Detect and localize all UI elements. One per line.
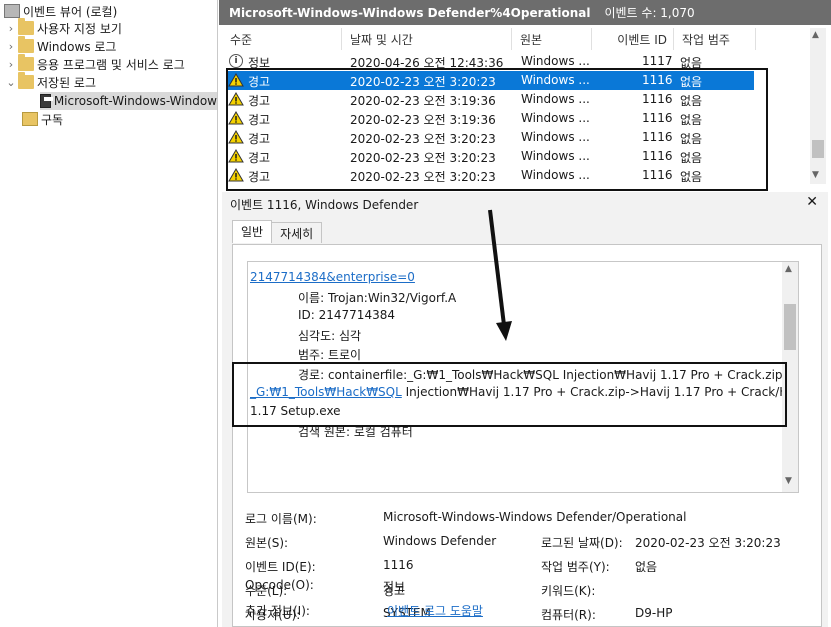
highlight-box-path [232, 362, 787, 427]
saved-log-icon [40, 94, 53, 108]
description-line: 심각도: 심각 [298, 329, 362, 343]
detail-title: 이벤트 1116, Windows Defender [230, 198, 419, 212]
description-link-line[interactable]: 2147714384&enterprise=0 [250, 270, 415, 284]
computer-label: 컴퓨터(R): [541, 608, 596, 622]
scroll-up-icon[interactable]: ▲ [785, 264, 792, 274]
chevron-right-icon[interactable]: › [4, 58, 18, 71]
subscriptions-icon [22, 112, 38, 126]
tree-item-saved-logs[interactable]: ⌄ 저장된 로그 [4, 72, 97, 91]
column-header-category[interactable]: 작업 범주 [674, 28, 756, 50]
source-value: Windows Defender [383, 534, 497, 548]
event-id-label: 이벤트 ID(E): [245, 560, 316, 574]
tree-item-label: 저장된 로그 [37, 75, 97, 90]
tree-item-label: Windows 로그 [37, 39, 117, 54]
tree-item-app-service-logs[interactable]: › 응용 프로그램 및 서비스 로그 [4, 54, 185, 73]
tab-details[interactable]: 자세히 [271, 222, 323, 243]
event-viewer-icon [4, 4, 20, 18]
folder-icon [18, 18, 34, 35]
description-line: 이름: Trojan:Win32/Vigorf.A [298, 291, 457, 305]
log-header: Microsoft-Windows-Windows Defender%4Oper… [219, 0, 831, 25]
annotation-arrow-icon [488, 209, 512, 341]
detail-tabs: 일반 자세히 [232, 220, 323, 243]
column-header-level[interactable]: 수준 [222, 28, 342, 50]
tree-item-label: 이벤트 뷰어 (로컬) [23, 4, 118, 19]
column-header-source[interactable]: 원본 [512, 28, 592, 50]
scroll-thumb[interactable] [812, 140, 824, 158]
chevron-right-icon[interactable]: › [4, 40, 18, 53]
highlight-box-events [226, 68, 768, 191]
description-line: 범주: 트로이 [298, 348, 362, 362]
opcode-label: Opcode(O): [245, 578, 314, 592]
tree-item-windows-logs[interactable]: › Windows 로그 [4, 36, 117, 55]
log-name-value: Microsoft-Windows-Windows Defender/Opera… [383, 510, 687, 524]
tree-item-label: Microsoft-Windows-Window [53, 94, 217, 108]
log-name-label: 로그 이름(M): [245, 512, 317, 526]
keywords-label: 키워드(K): [541, 584, 596, 598]
folder-icon [18, 72, 34, 89]
more-info-label: 추가 정보(I): [245, 604, 310, 618]
logged-value: 2020-02-23 오전 3:20:23 [635, 536, 781, 550]
description-line: ID: 2147714384 [298, 308, 395, 322]
scroll-down-icon[interactable]: ▼ [785, 476, 792, 486]
close-icon[interactable]: ✕ [806, 194, 818, 210]
task-category-label: 작업 범주(Y): [541, 560, 610, 574]
tree-item-defender-log[interactable]: Microsoft-Windows-Window [40, 92, 217, 110]
opcode-value: 정보 [383, 580, 406, 594]
event-id-value: 1116 [383, 558, 414, 572]
table-scrollbar[interactable]: ▲ ▼ [810, 28, 826, 184]
folder-icon [18, 36, 34, 53]
tree-item-label: 응용 프로그램 및 서비스 로그 [37, 57, 185, 72]
scroll-thumb[interactable] [784, 304, 796, 350]
tab-general-body: 2147714384&enterprise=0 이름: Trojan:Win32… [232, 244, 822, 627]
task-category-value: 없음 [635, 560, 658, 574]
logged-label: 로그된 날짜(D): [541, 536, 623, 550]
chevron-down-icon[interactable]: ⌄ [4, 76, 18, 89]
info-icon: i [229, 54, 243, 68]
event-log-help-link[interactable]: 이벤트 로그 도움말 [387, 602, 483, 619]
tree-item-label: 구독 [41, 112, 64, 127]
computer-value: D9-HP [635, 606, 673, 620]
folder-icon [18, 54, 34, 71]
tree-item-custom-views[interactable]: › 사용자 지정 보기 [4, 18, 122, 37]
tab-general[interactable]: 일반 [232, 220, 273, 243]
event-count: 이벤트 수: 1,070 [604, 6, 695, 20]
source-label: 원본(S): [245, 536, 289, 550]
navigation-tree: 이벤트 뷰어 (로컬) › 사용자 지정 보기 › Windows 로그 › 응… [0, 0, 218, 627]
scroll-down-icon[interactable]: ▼ [812, 170, 819, 180]
scroll-up-icon[interactable]: ▲ [812, 30, 819, 40]
column-header-date[interactable]: 날짜 및 시간 [342, 28, 512, 50]
tree-item-subscriptions[interactable]: 구독 [22, 110, 63, 128]
log-title: Microsoft-Windows-Windows Defender%4Oper… [229, 5, 591, 20]
chevron-right-icon[interactable]: › [4, 22, 18, 35]
tree-item-label: 사용자 지정 보기 [37, 21, 122, 36]
column-header-event-id[interactable]: 이벤트 ID [592, 28, 674, 50]
